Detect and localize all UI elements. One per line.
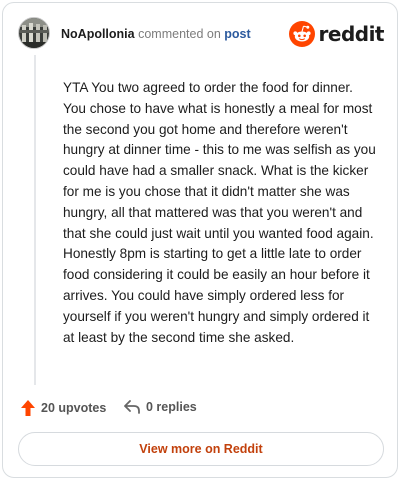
reddit-brand-link[interactable]: reddit xyxy=(288,21,385,47)
replies-button[interactable]: 0 replies xyxy=(123,399,197,415)
avatar-image xyxy=(19,18,49,48)
post-link[interactable]: post xyxy=(224,27,250,41)
view-more-button[interactable]: View more on Reddit xyxy=(18,432,384,466)
upvote-button[interactable]: 20 upvotes xyxy=(20,399,106,417)
reddit-logo-icon xyxy=(288,21,315,47)
comment-footer: 20 upvotes 0 replies xyxy=(20,399,380,421)
reply-arrow-icon xyxy=(124,400,140,414)
reddit-wordmark: reddit xyxy=(318,22,385,46)
upvote-arrow-icon xyxy=(21,400,35,416)
view-more-label: View more on Reddit xyxy=(139,442,263,456)
comment-embed-card: NoApollonia commented on post reddit YTA… xyxy=(2,2,398,478)
byline-action-text: commented on xyxy=(138,27,221,41)
comment-header: NoApollonia commented on post reddit xyxy=(18,17,385,53)
upvotes-count: 20 upvotes xyxy=(41,401,107,415)
comment-body: YTA You two agreed to order the food for… xyxy=(63,80,376,345)
replies-count: 0 replies xyxy=(146,400,197,414)
avatar[interactable] xyxy=(18,17,50,49)
byline: NoApollonia commented on post xyxy=(61,26,251,42)
thread-line xyxy=(34,55,36,385)
username-link[interactable]: NoApollonia xyxy=(61,27,135,41)
